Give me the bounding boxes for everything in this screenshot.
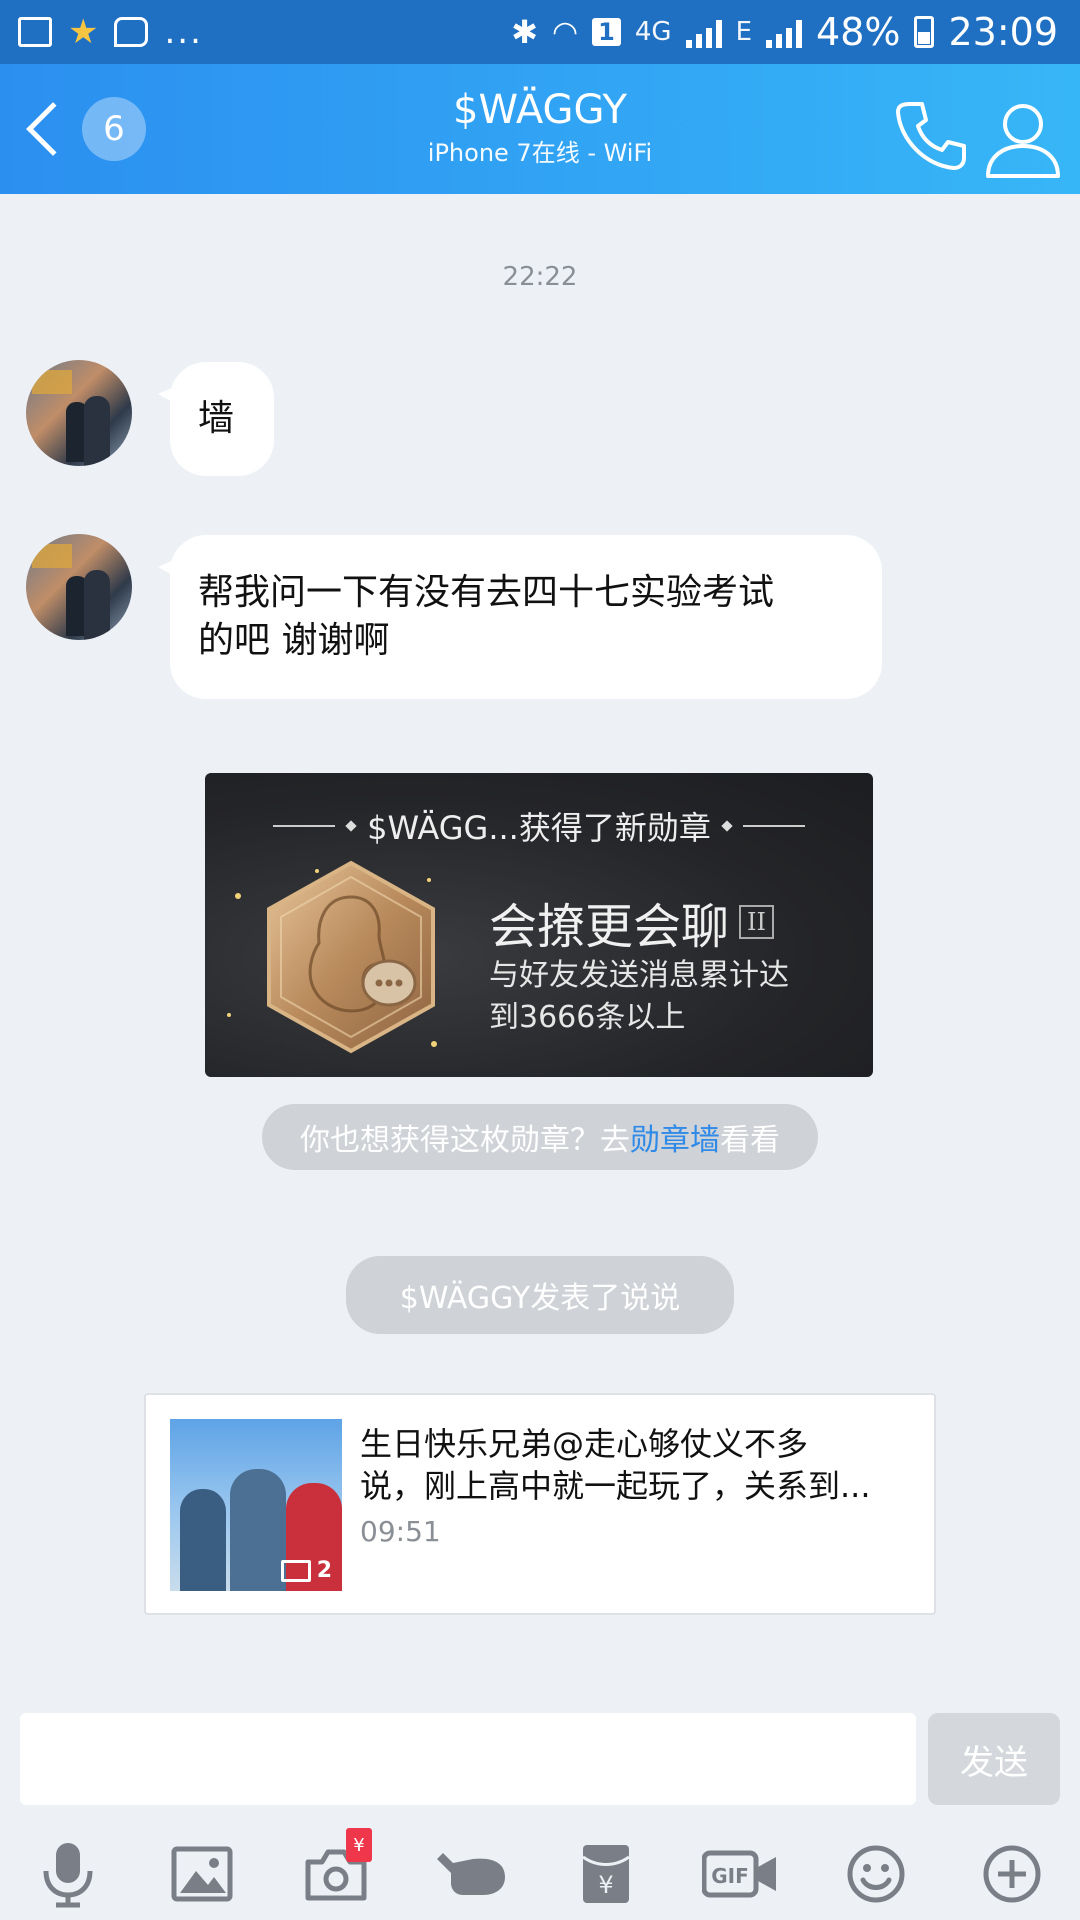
status-bar-right: ✱ ◠ 1 4G E 48% 23:09	[511, 0, 1058, 64]
red-packet-badge: ¥	[346, 1828, 372, 1862]
image-icon	[171, 1846, 233, 1902]
poke-icon	[437, 1853, 505, 1895]
more-notifications: ...	[164, 12, 203, 52]
svg-text:¥: ¥	[598, 1871, 613, 1899]
back-button[interactable]: 6	[16, 92, 146, 166]
contact-avatar[interactable]	[26, 360, 132, 466]
post-notice: $WÄGGY发表了说说	[346, 1256, 734, 1334]
medal-icon	[267, 860, 435, 1054]
photo-button[interactable]	[162, 1834, 242, 1914]
medal-description-line: 到3666条以上	[489, 1000, 686, 1035]
red-packet-icon: ¥	[582, 1845, 630, 1903]
star-notification-icon: ★	[68, 12, 99, 52]
red-packet-button[interactable]: ¥	[566, 1834, 646, 1914]
message-bubble[interactable]: 墙	[157, 362, 275, 476]
post-time: 09:51	[360, 1515, 441, 1548]
message-text: 墙	[198, 398, 235, 439]
medal-title: 会撩更会聊 II	[489, 887, 774, 957]
post-thumbnail[interactable]: 2	[170, 1419, 342, 1591]
message-input[interactable]	[20, 1713, 916, 1805]
plus-icon	[983, 1845, 1041, 1903]
send-button[interactable]: 发送	[928, 1713, 1060, 1805]
message-text-line: 的吧 谢谢啊	[198, 620, 390, 661]
emoji-icon	[847, 1845, 905, 1903]
message-notification-icon	[114, 17, 149, 47]
more-button[interactable]	[972, 1834, 1052, 1914]
person-icon	[986, 104, 1060, 178]
medal-description: 与好友发送消息累计达 到3666条以上	[489, 955, 849, 1039]
image-count: 2	[280, 1558, 332, 1583]
medal-name: 会撩更会聊	[489, 899, 730, 955]
gif-icon: GIF	[702, 1850, 776, 1898]
image-icon	[280, 1559, 311, 1582]
contact-name: $WÄGGY	[453, 87, 627, 133]
sim-slot-badge: 1	[592, 18, 621, 46]
post-text: 生日快乐兄弟@走心够仗义不多 说，刚上高中就一起玩了，关系到...	[360, 1423, 920, 1507]
profile-button[interactable]	[980, 96, 1066, 182]
microphone-icon	[43, 1843, 93, 1908]
svg-text:GIF: GIF	[711, 1864, 749, 1888]
wifi-icon: ◠	[551, 14, 579, 50]
clock: 23:09	[948, 10, 1058, 54]
contact-online-status: iPhone 7在线 - WiFi	[427, 139, 653, 167]
shuoshuo-post-card[interactable]: 2 生日快乐兄弟@走心够仗义不多 说，刚上高中就一起玩了，关系到... 09:5…	[144, 1393, 936, 1615]
medal-prompt-prefix: 你也想获得这枚勋章？去	[300, 1123, 630, 1158]
image-count-number: 2	[316, 1558, 332, 1583]
battery-percent: 48%	[816, 10, 901, 54]
bluetooth-icon: ✱	[511, 13, 538, 51]
status-bar: ★ ... ✱ ◠ 1 4G E 48% 23:09	[0, 0, 1080, 64]
network-4g-label: 4G	[634, 17, 672, 47]
call-button[interactable]	[890, 96, 970, 176]
contact-avatar[interactable]	[26, 534, 132, 640]
medal-card[interactable]: $WÄGG...获得了新勋章 会撩更会聊 II 与好友发送消息累计达 到3666…	[205, 773, 873, 1077]
post-text-line: 生日快乐兄弟@走心够仗义不多	[360, 1425, 809, 1463]
medal-level: II	[739, 905, 774, 939]
medal-wall-prompt: 你也想获得这枚勋章？去 勋章墙 看看	[262, 1104, 818, 1170]
medal-wall-link[interactable]: 勋章墙	[630, 1115, 720, 1159]
camera-button[interactable]: ¥	[296, 1828, 376, 1914]
post-text-line: 说，刚上高中就一起玩了，关系到...	[360, 1467, 871, 1505]
message-bubble[interactable]: 帮我问一下有没有去四十七实验考试 的吧 谢谢啊	[158, 535, 882, 699]
gif-button[interactable]: GIF	[700, 1834, 780, 1914]
gallery-notification-icon	[18, 17, 52, 47]
battery-icon	[914, 16, 935, 48]
chevron-left-icon	[26, 102, 80, 156]
signal-icon-1	[685, 16, 722, 48]
phone-icon	[896, 102, 966, 170]
medal-card-header-text: $WÄGG...获得了新勋章	[367, 809, 711, 847]
unread-count-badge: 6	[82, 97, 146, 161]
medal-description-line: 与好友发送消息累计达	[489, 958, 789, 993]
signal-icon-2	[766, 16, 803, 48]
status-bar-left: ★ ...	[18, 0, 203, 64]
input-toolbar: ¥ ¥ GIF	[0, 1820, 1080, 1920]
poke-button[interactable]	[432, 1834, 512, 1914]
chat-header: 6 $WÄGGY iPhone 7在线 - WiFi	[0, 64, 1080, 194]
chat-timestamp: 22:22	[502, 262, 578, 292]
medal-prompt-suffix: 看看	[720, 1123, 780, 1158]
voice-button[interactable]	[28, 1834, 108, 1914]
medal-card-header: $WÄGG...获得了新勋章	[205, 803, 873, 849]
contact-title[interactable]: $WÄGGY iPhone 7在线 - WiFi	[240, 84, 840, 170]
emoji-button[interactable]	[836, 1834, 916, 1914]
message-text-line: 帮我问一下有没有去四十七实验考试	[198, 572, 775, 613]
network-e-label: E	[735, 17, 753, 47]
